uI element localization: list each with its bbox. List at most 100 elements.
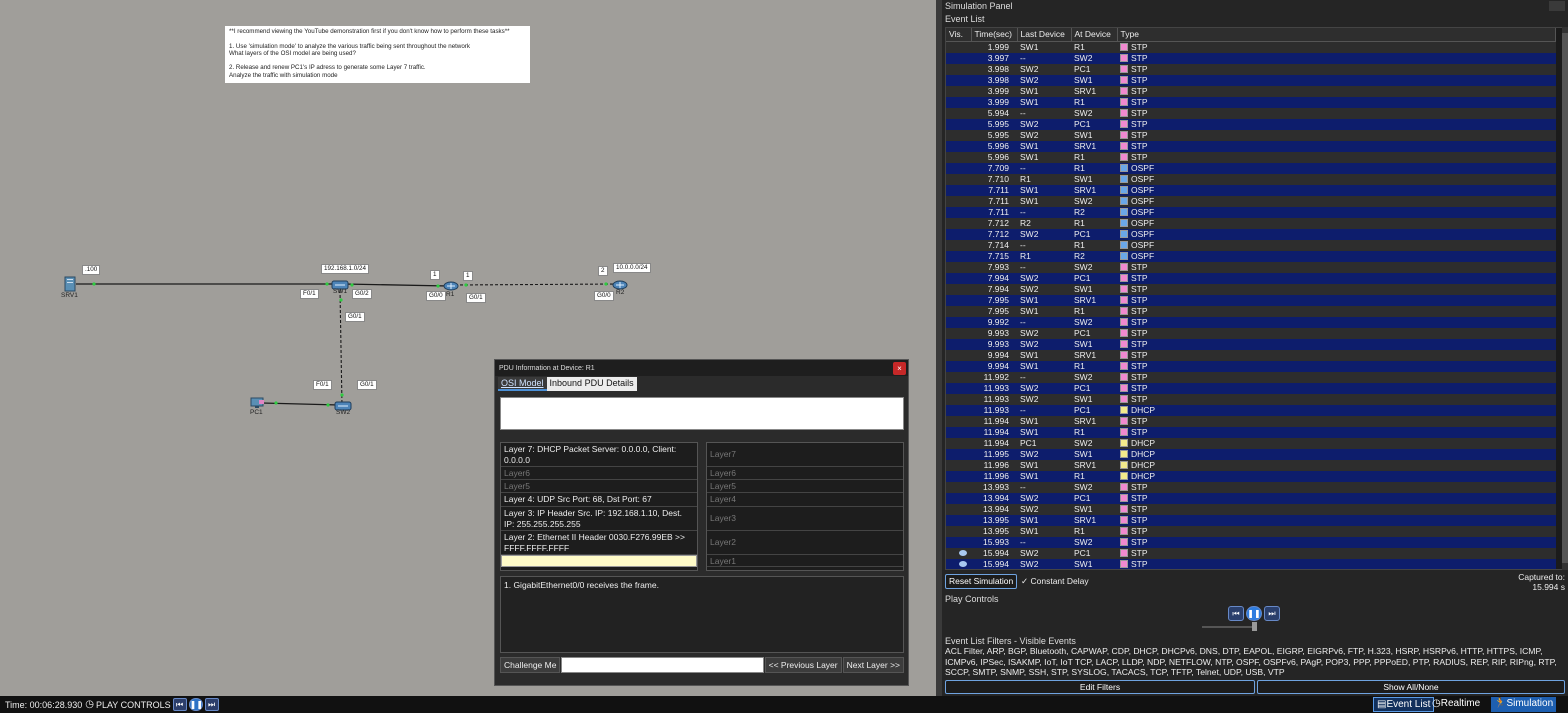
constant-delay-checkbox[interactable]: ✓ Constant Delay bbox=[1021, 576, 1089, 587]
in-layer-3[interactable]: Layer 3: IP Header Src. IP: 192.168.1.10… bbox=[501, 507, 697, 531]
event-vis[interactable] bbox=[946, 547, 971, 559]
event-vis[interactable] bbox=[946, 162, 971, 174]
event-list-toggle[interactable]: ▤Event List bbox=[1373, 697, 1435, 712]
reset-simulation-button[interactable]: Reset Simulation bbox=[945, 574, 1018, 589]
edit-filters-button[interactable]: Edit Filters bbox=[945, 680, 1255, 694]
event-vis[interactable] bbox=[946, 52, 971, 64]
event-vis[interactable] bbox=[946, 514, 971, 526]
event-vis[interactable] bbox=[946, 173, 971, 185]
event-row[interactable]: 11.996 SW1 R1 DHCP bbox=[946, 470, 1556, 482]
event-vis[interactable] bbox=[946, 272, 971, 284]
event-row[interactable]: 13.993 -- SW2 STP bbox=[946, 481, 1556, 493]
event-vis[interactable] bbox=[946, 404, 971, 416]
event-row[interactable]: 7.995 SW1 R1 STP bbox=[946, 305, 1556, 317]
event-vis[interactable] bbox=[946, 327, 971, 339]
event-vis[interactable] bbox=[946, 239, 971, 251]
event-vis[interactable] bbox=[946, 184, 971, 196]
challenge-me-button[interactable]: Challenge Me bbox=[500, 657, 561, 673]
column-header-vis[interactable]: Vis. bbox=[946, 28, 972, 42]
event-row[interactable]: 9.993 SW2 SW1 STP bbox=[946, 338, 1556, 350]
event-row[interactable]: 7.710 R1 SW1 OSPF bbox=[946, 173, 1556, 185]
event-row[interactable]: 15.994 SW2 SW1 STP bbox=[946, 558, 1556, 569]
event-row[interactable]: 9.994 SW1 R1 STP bbox=[946, 360, 1556, 372]
in-layer-6[interactable]: Layer6 bbox=[501, 467, 697, 480]
realtime-mode-button[interactable]: ◷Realtime bbox=[1429, 697, 1483, 712]
event-row[interactable]: 9.993 SW2 PC1 STP bbox=[946, 327, 1556, 339]
event-row[interactable]: 7.712 R2 R1 OSPF bbox=[946, 217, 1556, 229]
event-vis[interactable] bbox=[946, 437, 971, 449]
event-row[interactable]: 15.994 SW2 PC1 STP bbox=[946, 547, 1556, 559]
tab-inbound-pdu-details[interactable]: Inbound PDU Details bbox=[546, 377, 637, 391]
out-layer-3[interactable]: Layer3 bbox=[707, 507, 903, 531]
event-vis[interactable] bbox=[946, 415, 971, 427]
event-vis[interactable] bbox=[946, 316, 971, 328]
play-speed-slider[interactable] bbox=[1202, 626, 1252, 628]
event-row[interactable]: 1.999 SW1 R1 STP bbox=[946, 41, 1556, 53]
show-all-none-button[interactable]: Show All/None bbox=[1257, 680, 1565, 694]
clock-icon[interactable]: ◷ bbox=[85, 699, 94, 710]
event-row[interactable]: 15.993 -- SW2 STP bbox=[946, 536, 1556, 548]
event-vis[interactable] bbox=[946, 371, 971, 383]
simulation-mode-button[interactable]: 🏃Simulation bbox=[1491, 697, 1557, 712]
event-row[interactable]: 11.994 SW1 R1 STP bbox=[946, 426, 1556, 438]
event-vis[interactable] bbox=[946, 250, 971, 262]
forward-icon[interactable]: ⏭ bbox=[204, 698, 219, 711]
event-vis[interactable] bbox=[946, 349, 971, 361]
event-vis[interactable] bbox=[946, 459, 971, 471]
event-row[interactable]: 13.994 SW2 SW1 STP bbox=[946, 503, 1556, 515]
event-vis[interactable] bbox=[946, 382, 971, 394]
event-vis[interactable] bbox=[946, 206, 971, 218]
event-row[interactable]: 7.714 -- R1 OSPF bbox=[946, 239, 1556, 251]
event-vis[interactable] bbox=[946, 305, 971, 317]
event-vis[interactable] bbox=[946, 558, 971, 569]
event-row[interactable]: 5.995 SW2 PC1 STP bbox=[946, 118, 1556, 130]
out-layer-7[interactable]: Layer7 bbox=[707, 443, 903, 467]
event-row[interactable]: 7.711 SW1 SRV1 OSPF bbox=[946, 184, 1556, 196]
event-vis[interactable] bbox=[946, 393, 971, 405]
next-layer-button[interactable]: Next Layer >> bbox=[842, 657, 904, 673]
in-layer-1[interactable] bbox=[501, 555, 697, 567]
pause-icon[interactable]: ❚❚ bbox=[188, 698, 203, 711]
event-row[interactable]: 7.715 R1 R2 OSPF bbox=[946, 250, 1556, 262]
event-vis[interactable] bbox=[946, 63, 971, 75]
event-list-table[interactable]: Vis. Time(sec) Last Device At Device Typ… bbox=[945, 27, 1563, 570]
event-row[interactable]: 5.994 -- SW2 STP bbox=[946, 107, 1556, 119]
logical-workspace[interactable]: **I recommend viewing the YouTube demons… bbox=[0, 0, 936, 696]
event-vis[interactable] bbox=[946, 503, 971, 515]
event-row[interactable]: 13.994 SW2 PC1 STP bbox=[946, 492, 1556, 504]
challenge-input[interactable] bbox=[561, 657, 764, 673]
event-vis[interactable] bbox=[946, 217, 971, 229]
pause-icon[interactable]: ❚❚ bbox=[1246, 606, 1262, 621]
out-layer-6[interactable]: Layer6 bbox=[707, 467, 903, 480]
previous-layer-button[interactable]: << Previous Layer bbox=[764, 657, 842, 673]
back-icon[interactable]: ⏮ bbox=[172, 698, 187, 711]
event-row[interactable]: 7.709 -- R1 OSPF bbox=[946, 162, 1556, 174]
event-row[interactable]: 5.996 SW1 R1 STP bbox=[946, 151, 1556, 163]
event-vis[interactable] bbox=[946, 261, 971, 273]
event-row[interactable]: 7.711 -- R2 OSPF bbox=[946, 206, 1556, 218]
event-vis[interactable] bbox=[946, 85, 971, 97]
server-icon[interactable] bbox=[63, 276, 77, 292]
event-row[interactable]: 5.995 SW2 SW1 STP bbox=[946, 129, 1556, 141]
event-row[interactable]: 9.992 -- SW2 STP bbox=[946, 316, 1556, 328]
in-layer-2[interactable]: Layer 2: Ethernet II Header 0030.F276.99… bbox=[501, 531, 697, 555]
event-row[interactable]: 5.996 SW1 SRV1 STP bbox=[946, 140, 1556, 152]
event-row[interactable]: 7.993 -- SW2 STP bbox=[946, 261, 1556, 273]
event-row[interactable]: 11.994 SW1 SRV1 STP bbox=[946, 415, 1556, 427]
event-row[interactable]: 7.994 SW2 SW1 STP bbox=[946, 283, 1556, 295]
event-vis[interactable] bbox=[946, 525, 971, 537]
event-vis[interactable] bbox=[946, 118, 971, 130]
event-vis[interactable] bbox=[946, 96, 971, 108]
event-vis[interactable] bbox=[946, 338, 971, 350]
scrollbar-thumb[interactable] bbox=[1562, 33, 1568, 563]
in-layer-4[interactable]: Layer 4: UDP Src Port: 68, Dst Port: 67 bbox=[501, 493, 697, 507]
event-vis[interactable] bbox=[946, 294, 971, 306]
event-vis[interactable] bbox=[946, 107, 971, 119]
event-vis[interactable] bbox=[946, 426, 971, 438]
router-icon[interactable] bbox=[443, 280, 459, 291]
pdu-information-window[interactable]: PDU Information at Device: R1 × OSI Mode… bbox=[494, 359, 909, 686]
event-row[interactable]: 11.993 SW2 PC1 STP bbox=[946, 382, 1556, 394]
event-vis[interactable] bbox=[946, 195, 971, 207]
event-row[interactable]: 7.994 SW2 PC1 STP bbox=[946, 272, 1556, 284]
event-vis[interactable] bbox=[946, 283, 971, 295]
